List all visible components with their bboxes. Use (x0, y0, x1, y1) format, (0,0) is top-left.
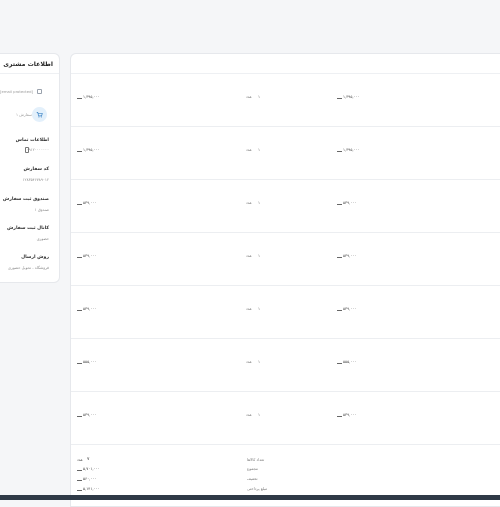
toman-icon (77, 487, 82, 491)
shipping-method-value: فروشگاه - تحویل حضوری (8, 265, 49, 270)
product-row: ۵۳۹,۰۰۰ عدد ۱ ۵۳۹,۰۰۰ (71, 180, 500, 233)
items-count-label: تعداد کالاها (247, 457, 265, 462)
cash-box-value: صندوق ۱ (34, 207, 49, 212)
toman-icon (77, 148, 82, 152)
row-total-price: ۵۳۹,۰۰۰ (77, 200, 96, 205)
checkbox-icon[interactable] (37, 89, 42, 94)
row-qty: ۱ (258, 147, 261, 152)
phone-icon (25, 147, 29, 153)
toman-icon (337, 307, 342, 311)
row-unit-price: ۵۵۵,۰۰۰ (337, 359, 356, 364)
row-total-price: ۵۵۵,۰۰۰ (77, 359, 96, 364)
row-unit-price: ۵۳۹,۰۰۰ (337, 200, 356, 205)
customer-info-title: اطلاعات مشتری (3, 61, 53, 68)
row-qty-unit: عدد (246, 94, 252, 99)
cash-box-label: صندوق ثبت سفارش (2, 197, 49, 202)
row-total-price: ۵۳۹,۰۰۰ (77, 412, 96, 417)
row-total-price: ۱,۳۹۵,۰۰۰ (77, 147, 100, 152)
row-qty: ۱ (258, 200, 261, 205)
toman-icon (77, 254, 82, 258)
row-total-price: ۱,۳۹۵,۰۰۰ (77, 94, 100, 99)
row-qty-unit: عدد (246, 200, 252, 205)
divider (71, 444, 500, 445)
toman-icon (337, 254, 342, 258)
subtotal-value: ۵,۷۰۱,۰۰۰ (77, 466, 100, 471)
items-count-value: ۷ (87, 457, 90, 462)
channel-value: حضوری (36, 236, 49, 241)
row-unit-price: ۵۳۹,۰۰۰ (337, 306, 356, 311)
row-qty-unit: عدد (246, 147, 252, 152)
row-qty: ۱ (258, 94, 261, 99)
cart-icon (32, 107, 47, 122)
order-code-value: ۱۲۸۳۵۴۶۷۸۹۰۱۲ (22, 177, 49, 182)
row-unit-price: ۵۳۹,۰۰۰ (337, 253, 356, 258)
divider (0, 73, 59, 74)
shipping-method-label: روش ارسال (21, 255, 49, 260)
product-row: ۵۵۵,۰۰۰ عدد ۱ ۵۵۵,۰۰۰ (71, 339, 500, 392)
contact-phone: ۰۹۱۲۰۰۰۰۰۰۰ (26, 147, 49, 152)
toman-icon (337, 95, 342, 99)
product-row: ۱,۳۹۵,۰۰۰ عدد ۱ ۱,۳۹۵,۰۰۰ (71, 74, 500, 127)
row-qty: ۱ (258, 306, 261, 311)
row-qty-unit: عدد (246, 253, 252, 258)
row-qty: ۱ (258, 412, 261, 417)
bottom-bar (0, 495, 500, 500)
toman-icon (337, 148, 342, 152)
toman-icon (77, 307, 82, 311)
customer-orders-count[interactable]: ۱ سفارش (16, 112, 32, 117)
row-unit-price: ۵۳۹,۰۰۰ (337, 412, 356, 417)
row-unit-price: ۱,۳۹۵,۰۰۰ (337, 94, 360, 99)
toman-icon (77, 413, 82, 417)
toman-icon (77, 477, 82, 481)
row-qty-unit: عدد (246, 306, 252, 311)
payable-label: مبلغ پرداختی (247, 486, 268, 491)
product-row: ۵۳۹,۰۰۰ عدد ۱ ۵۳۹,۰۰۰ (71, 286, 500, 339)
row-total-price: ۵۳۹,۰۰۰ (77, 253, 96, 258)
row-unit-price: ۱,۳۹۵,۰۰۰ (337, 147, 360, 152)
row-total-price: ۵۳۹,۰۰۰ (77, 306, 96, 311)
toman-icon (77, 360, 82, 364)
product-row: ۵۳۹,۰۰۰ عدد ۱ ۵۳۹,۰۰۰ (71, 392, 500, 445)
customer-email[interactable]: [email protected] (0, 89, 33, 94)
row-qty: ۱ (258, 359, 261, 364)
contact-info-label: اطلاعات تماس (15, 138, 49, 143)
toman-icon (337, 360, 342, 364)
product-row: ۱,۳۹۵,۰۰۰ عدد ۱ ۱,۳۹۵,۰۰۰ (71, 127, 500, 180)
row-qty-unit: عدد (246, 412, 252, 417)
toman-icon (337, 413, 342, 417)
customer-info-card: اطلاعات مشتری [email protected] ۱ سفارش … (0, 53, 60, 283)
toman-icon (77, 467, 82, 471)
discount-label: تخفیف (247, 476, 258, 481)
toman-icon (77, 95, 82, 99)
items-count-unit: عدد (77, 457, 83, 462)
product-row: ۵۳۹,۰۰۰ عدد ۱ ۵۳۹,۰۰۰ (71, 233, 500, 286)
channel-label: کانال ثبت سفارش (6, 226, 49, 231)
payable-value: ۵,۱۴۱,۰۰۰ (77, 486, 100, 491)
toman-icon (337, 201, 342, 205)
row-qty-unit: عدد (246, 359, 252, 364)
row-qty: ۱ (258, 253, 261, 258)
order-items-card: ۱,۳۹۵,۰۰۰ عدد ۱ ۱,۳۹۵,۰۰۰ ۱,۳۹۵,۰۰۰ عدد … (70, 53, 500, 507)
subtotal-label: مجموع (247, 466, 258, 471)
discount-value: ۵۶۰,۰۰۰ (77, 476, 96, 481)
order-code-label: کد سفارش (23, 167, 49, 172)
toman-icon (77, 201, 82, 205)
